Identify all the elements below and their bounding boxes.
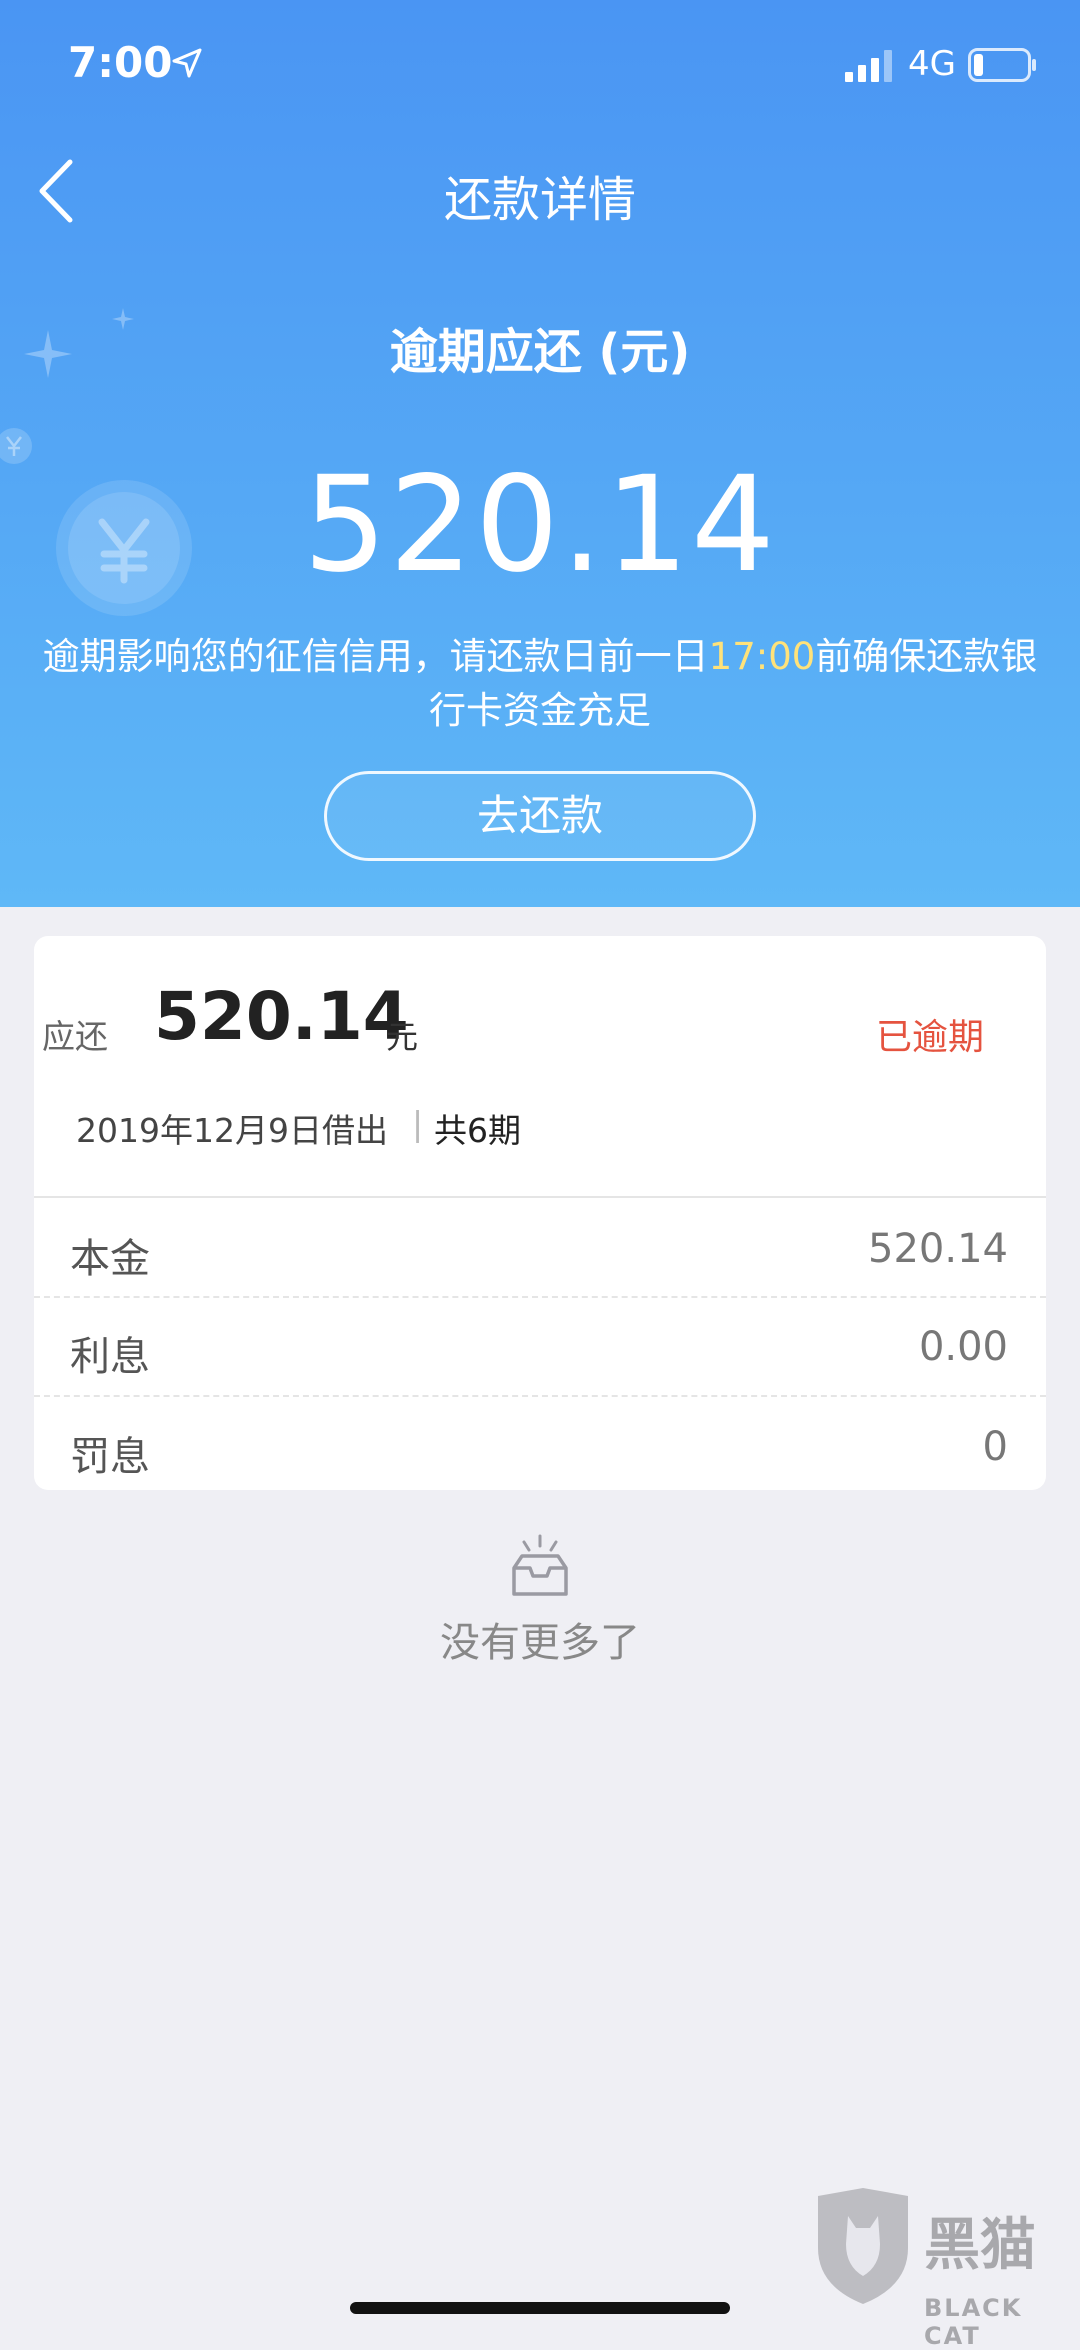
black-cat-logo bbox=[818, 2188, 908, 2304]
divider bbox=[34, 1296, 1046, 1298]
status-time: 7:00 bbox=[68, 38, 173, 87]
page-title: 还款详情 bbox=[443, 172, 636, 228]
interest-value: 0.00 bbox=[918, 1324, 1008, 1370]
info-separator: | bbox=[412, 1104, 424, 1143]
no-more-text: 没有更多了 bbox=[440, 1620, 640, 1666]
principal-label: 本金 bbox=[70, 1236, 150, 1282]
battery-icon bbox=[968, 48, 1036, 82]
overdue-notice: 逾期影响您的征信信用，请还款日前一日17:00前确保还款银行卡资金充足 bbox=[40, 630, 1040, 738]
network-type: 4G bbox=[908, 44, 956, 84]
term-count: 共6期 bbox=[434, 1111, 521, 1150]
notice-deadline-time: 17:00 bbox=[708, 635, 816, 678]
hero-section: 7:00 4G 还款详情 逾期应还 (元) 520.14 逾期影响您的征信信用，… bbox=[0, 0, 1080, 907]
notice-text: 逾期影响您的征信信用，请还款日前一日 bbox=[42, 635, 709, 678]
due-amount: 520.14 bbox=[154, 978, 409, 1055]
interest-label: 利息 bbox=[70, 1334, 150, 1380]
penalty-label: 罚息 bbox=[70, 1434, 150, 1480]
overdue-amount-label: 逾期应还 (元) bbox=[389, 324, 691, 380]
repay-button[interactable]: 去还款 bbox=[324, 771, 756, 861]
status-bar: 7:00 4G bbox=[0, 0, 1080, 130]
status-badge: 已逾期 bbox=[876, 1017, 985, 1058]
location-arrow-icon bbox=[172, 48, 202, 78]
penalty-value: 0 bbox=[982, 1424, 1008, 1470]
home-indicator[interactable] bbox=[350, 2302, 730, 2314]
divider bbox=[34, 1196, 1046, 1198]
watermark-sub: BLACK CAT bbox=[924, 2294, 1023, 2350]
loan-date: 2019年12月9日借出 bbox=[76, 1111, 388, 1150]
principal-value: 520.14 bbox=[868, 1226, 1008, 1272]
watermark-brand: 黑猫 bbox=[924, 2213, 1036, 2278]
divider bbox=[34, 1395, 1046, 1397]
due-label: 应还 bbox=[42, 1017, 108, 1056]
signal-icon bbox=[845, 50, 892, 82]
due-unit: 元 bbox=[386, 1018, 419, 1056]
overdue-amount: 520.14 bbox=[303, 448, 777, 602]
empty-box-icon bbox=[512, 1534, 568, 1596]
